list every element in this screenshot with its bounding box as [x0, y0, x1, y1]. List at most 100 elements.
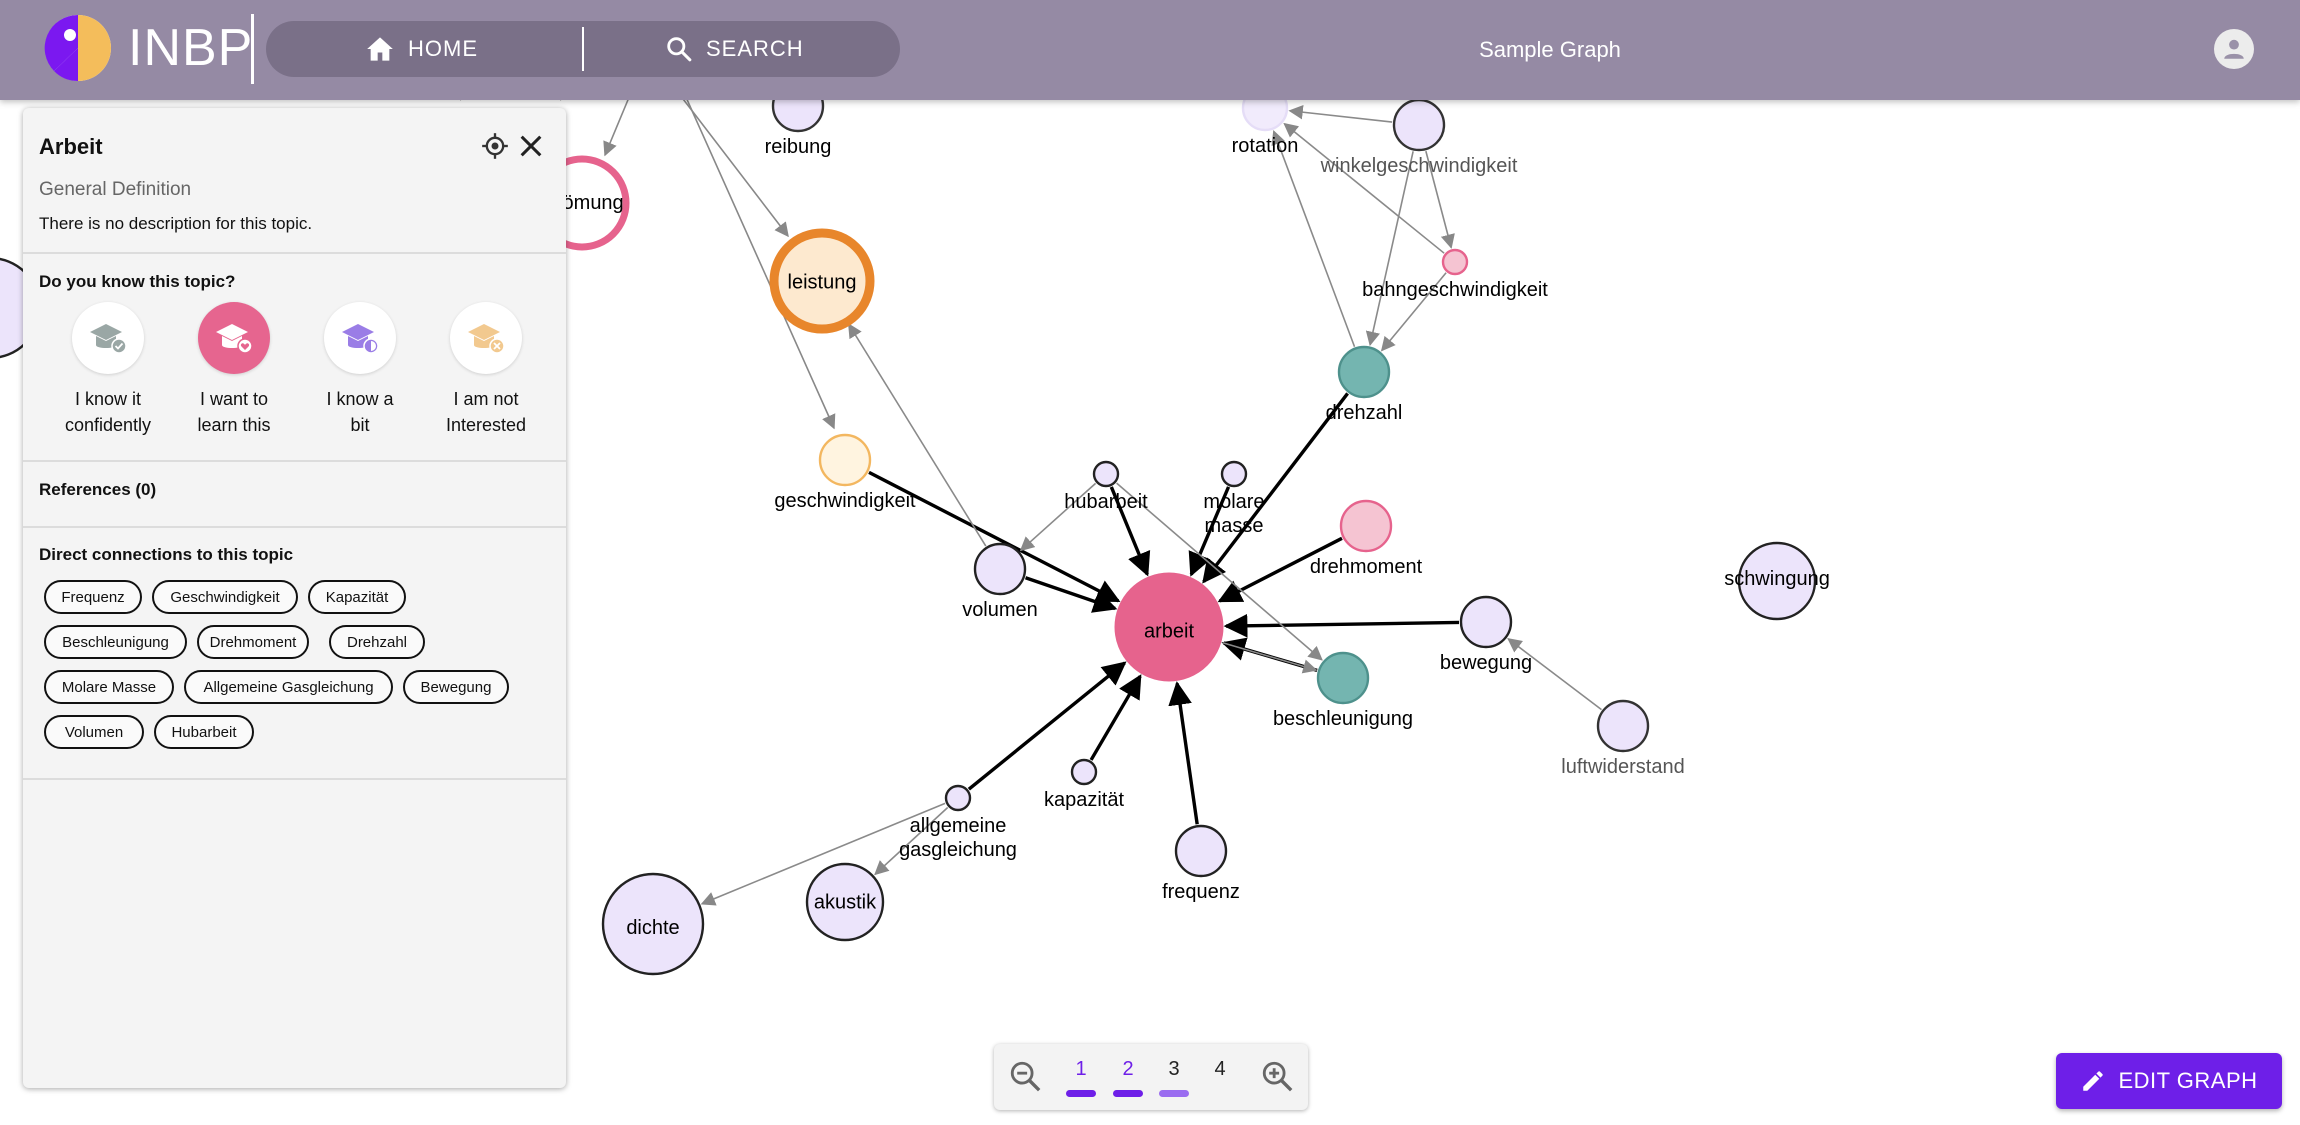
edge-kapazitaet-to-arbeit: [1089, 674, 1142, 761]
graph-node-allgemeine-gasgleichung[interactable]: allgemeinegasgleichung: [899, 784, 1017, 861]
connection-chip[interactable]: Molare Masse: [44, 670, 174, 704]
home-label: HOME: [408, 36, 478, 61]
connection-chip[interactable]: Hubarbeit: [154, 715, 254, 749]
zoom-in-icon[interactable]: [1260, 1059, 1294, 1093]
graph-node-label: kapazität: [1044, 789, 1124, 811]
brand-name: INBP: [128, 19, 254, 77]
graph-node-luftwiderstand[interactable]: luftwiderstand: [1561, 699, 1685, 778]
zoom-level-2-indicator: [1113, 1090, 1143, 1097]
close-icon[interactable]: [517, 132, 545, 160]
graph-node-kapazitaet[interactable]: kapazität: [1044, 758, 1124, 811]
topic-detail-panel: Arbeit General Definition There is no de…: [23, 108, 566, 1088]
home-button[interactable]: HOME: [366, 21, 478, 77]
connection-chip[interactable]: Allgemeine Gasgleichung: [184, 670, 393, 704]
not-interested-circle: [450, 302, 522, 374]
graph-node-winkelgeschwindigkeit[interactable]: winkelgeschwindigkeit: [1320, 98, 1518, 177]
graph-node-schwingung[interactable]: schwingung: [1724, 541, 1830, 621]
graph-node-circle: [1174, 824, 1228, 878]
graph-node-geschwindigkeit[interactable]: geschwindigkeit: [774, 433, 916, 512]
graph-node-circle: [1316, 651, 1370, 705]
graph-node-volumen[interactable]: volumen: [962, 542, 1038, 621]
graph-node-label: leistung: [788, 272, 857, 294]
graph-node-molare-masse[interactable]: molaremasse: [1203, 460, 1265, 537]
graph-node-circle: [1459, 595, 1513, 649]
connection-chip[interactable]: Drehzahl: [329, 625, 425, 659]
divider: [23, 252, 566, 254]
graph-title: Sample Graph: [1479, 37, 1621, 62]
topic-title: Arbeit: [39, 134, 103, 159]
connections-heading: Direct connections to this topic: [39, 545, 294, 564]
graph-node-arbeit[interactable]: arbeit: [1114, 572, 1224, 682]
search-button[interactable]: SEARCH: [666, 21, 804, 77]
graph-node-circle: [818, 433, 872, 487]
edge-winkelgeschwindigkeit-to-rotation: [1288, 105, 1393, 123]
divider: [23, 778, 566, 780]
graph-node-hubarbeit[interactable]: hubarbeit: [1064, 460, 1148, 513]
connection-chip[interactable]: Drehmoment: [197, 625, 309, 659]
edge-volumen-to-leistung: [848, 323, 987, 547]
pencil-icon: [2083, 1071, 2104, 1091]
graph-node-label: geschwindigkeit: [774, 490, 916, 512]
graduation-cap-heart-icon: [216, 324, 253, 354]
graph-node-dichte[interactable]: dichte: [601, 872, 705, 976]
want-to-learn-option[interactable]: I want to learn this: [164, 302, 304, 438]
graph-node-label: masse: [1205, 515, 1264, 537]
know-a-bit-label: I know a bit: [326, 389, 394, 435]
zoom-level-2[interactable]: 2: [1113, 1058, 1143, 1081]
graph-node-circle: [1339, 499, 1393, 553]
edit-graph-button[interactable]: EDIT GRAPH: [2056, 1053, 2282, 1109]
graph-node-label: molare: [1203, 491, 1264, 513]
graph-node-leistung[interactable]: leistung: [769, 228, 875, 334]
graph-node-drehzahl[interactable]: drehzahl: [1326, 345, 1403, 424]
know-confidently-circle: [72, 302, 144, 374]
nav-divider: [582, 27, 584, 71]
know-a-bit-circle: [324, 302, 396, 374]
account-button[interactable]: [2214, 29, 2254, 69]
edge-winkelgeschwindigkeit-to-drehzahl: [1365, 151, 1414, 347]
connection-chip[interactable]: Frequenz: [44, 580, 142, 614]
know-a-bit-option[interactable]: I know a bit: [290, 302, 430, 438]
app-logo[interactable]: [44, 14, 112, 82]
graph-node-label: allgemeine: [910, 815, 1007, 837]
zoom-level-1[interactable]: 1: [1066, 1058, 1096, 1081]
graph-node-circle: [973, 542, 1027, 596]
graph-node-circle: [1392, 98, 1446, 152]
home-icon: [367, 37, 393, 61]
not-interested-label: I am not Interested: [445, 389, 527, 435]
zoom-out-icon[interactable]: [1008, 1059, 1042, 1093]
edge-arbeit-to-beschleunigung: [1222, 641, 1318, 674]
locate-icon[interactable]: [481, 132, 509, 160]
not-interested-option[interactable]: I am not Interested: [416, 302, 556, 438]
graduation-cap-check-icon: [90, 324, 127, 354]
graph-node-drehmoment[interactable]: drehmoment: [1310, 499, 1423, 578]
want-to-learn-circle: [198, 302, 270, 374]
edge-frequenz-to-arbeit: [1168, 681, 1199, 825]
know-topic-heading: Do you know this topic?: [39, 272, 236, 291]
graph-node-label: bewegung: [1440, 652, 1532, 674]
connection-chip[interactable]: Kapazität: [308, 580, 406, 614]
graph-node-bewegung[interactable]: bewegung: [1440, 595, 1532, 674]
graph-node-frequenz[interactable]: frequenz: [1162, 824, 1240, 903]
connection-chip[interactable]: Volumen: [44, 715, 144, 749]
graph-node-label: akustik: [814, 892, 877, 914]
main-nav: HOME SEARCH: [266, 21, 900, 77]
graph-node-akustik[interactable]: akustik: [805, 862, 885, 942]
zoom-level-3[interactable]: 3: [1159, 1058, 1189, 1081]
zoom-level-control: 1 2 3 4: [994, 1044, 1308, 1110]
know-confidently-option[interactable]: I know it confidently: [38, 302, 178, 438]
references-heading[interactable]: References (0): [39, 480, 156, 500]
account-icon: [2224, 39, 2244, 59]
want-to-learn-label: I want to learn this: [197, 389, 271, 435]
graduation-cap-x-icon: [468, 324, 505, 354]
graph-node-circle: [1441, 248, 1469, 276]
connection-chip[interactable]: Beschleunigung: [44, 625, 187, 659]
zoom-level-4[interactable]: 4: [1205, 1058, 1235, 1081]
graph-node-circle: [1070, 758, 1098, 786]
graph-node-circle: [1337, 345, 1391, 399]
graph-node-circle: [944, 784, 972, 812]
graph-node-circle: [1596, 699, 1650, 753]
graph-node-label: beschleunigung: [1273, 708, 1413, 730]
connection-chip[interactable]: Bewegung: [403, 670, 509, 704]
graduation-cap-half-icon: [342, 324, 379, 354]
connection-chip[interactable]: Geschwindigkeit: [152, 580, 298, 614]
